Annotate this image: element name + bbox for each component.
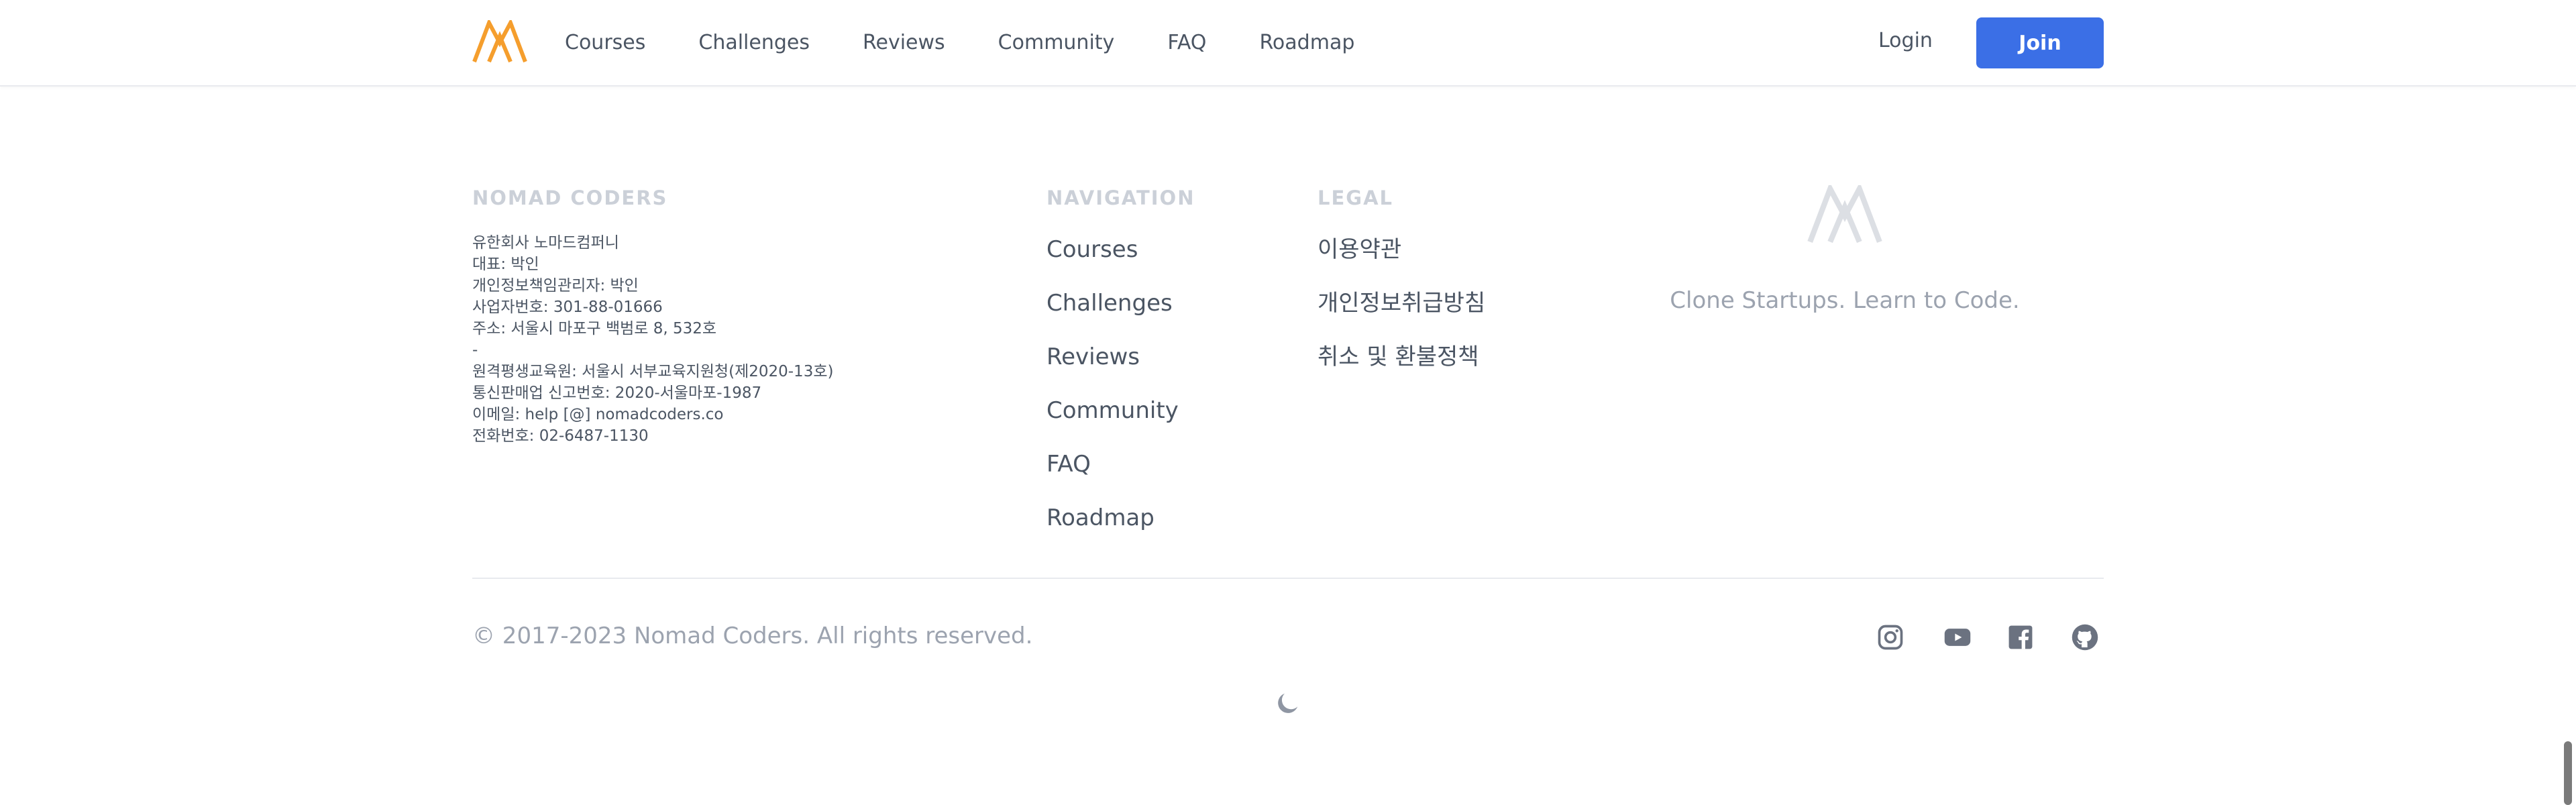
company-info: 유한회사 노마드컴퍼니 대표: 박인 개인정보책임관리자: 박인 사업자번호: … — [472, 232, 833, 447]
company-info-line: 유한회사 노마드컴퍼니 — [472, 234, 619, 252]
footer-link-reviews[interactable]: Reviews — [1046, 342, 1179, 396]
youtube-icon[interactable] — [1943, 623, 1972, 652]
nav-roadmap[interactable]: Roadmap — [1259, 31, 1354, 54]
navigation-title: NAVIGATION — [1046, 186, 1195, 209]
footer-link-refund[interactable]: 취소 및 환불정책 — [1318, 342, 1485, 396]
footer-navigation: Courses Challenges Reviews Community FAQ… — [1046, 235, 1179, 557]
scrollbar-thumb[interactable] — [2564, 741, 2572, 805]
company-info-line: 대표: 박인 — [472, 256, 539, 273]
nav-courses[interactable]: Courses — [565, 31, 645, 54]
company-info-line: 사업자번호: 301-88-01666 — [472, 299, 663, 316]
moon-icon[interactable] — [1275, 690, 1301, 716]
footer-divider — [472, 578, 2104, 579]
main-nav: Courses Challenges Reviews Community FAQ… — [565, 0, 1407, 85]
nav-community[interactable]: Community — [998, 31, 1115, 54]
footer-link-courses[interactable]: Courses — [1046, 235, 1179, 288]
footer-link-community[interactable]: Community — [1046, 396, 1179, 449]
footer-link-faq[interactable]: FAQ — [1046, 449, 1179, 503]
company-info-line: 개인정보책임관리자: 박인 — [472, 277, 639, 294]
company-info-line: 전화번호: 02-6487-1130 — [472, 427, 649, 445]
footer-link-roadmap[interactable]: Roadmap — [1046, 503, 1179, 557]
footer-link-privacy[interactable]: 개인정보취급방침 — [1318, 288, 1485, 342]
join-button[interactable]: Join — [1976, 17, 2104, 68]
nav-challenges[interactable]: Challenges — [698, 31, 810, 54]
company-info-line: - — [472, 341, 478, 359]
footer-link-challenges[interactable]: Challenges — [1046, 288, 1179, 342]
github-icon[interactable] — [2070, 623, 2100, 652]
login-link[interactable]: Login — [1878, 29, 1933, 52]
nomad-coders-logo-icon[interactable] — [472, 20, 527, 64]
instagram-icon[interactable] — [1876, 623, 1905, 652]
nav-faq[interactable]: FAQ — [1167, 31, 1206, 54]
site-header: Courses Challenges Reviews Community FAQ… — [0, 0, 2576, 87]
footer-link-terms[interactable]: 이용약관 — [1318, 235, 1485, 288]
company-info-line: 이메일: help [@] nomadcoders.co — [472, 406, 724, 423]
footer-legal: 이용약관 개인정보취급방침 취소 및 환불정책 — [1318, 235, 1485, 396]
company-info-line: 원격평생교육원: 서울시 서부교육지원청(제2020-13호) — [472, 363, 834, 380]
nomad-coders-logo-icon — [1807, 185, 1882, 244]
facebook-icon[interactable] — [2006, 623, 2035, 652]
copyright-text: © 2017-2023 Nomad Coders. All rights res… — [472, 623, 1033, 649]
footer-tagline: Clone Startups. Learn to Code. — [1670, 287, 2020, 314]
company-title: NOMAD CODERS — [472, 186, 668, 209]
nav-reviews[interactable]: Reviews — [863, 31, 945, 54]
company-info-line: 주소: 서울시 마포구 백범로 8, 532호 — [472, 320, 717, 337]
legal-title: LEGAL — [1318, 186, 1394, 209]
company-info-line: 통신판매업 신고번호: 2020-서울마포-1987 — [472, 384, 762, 402]
